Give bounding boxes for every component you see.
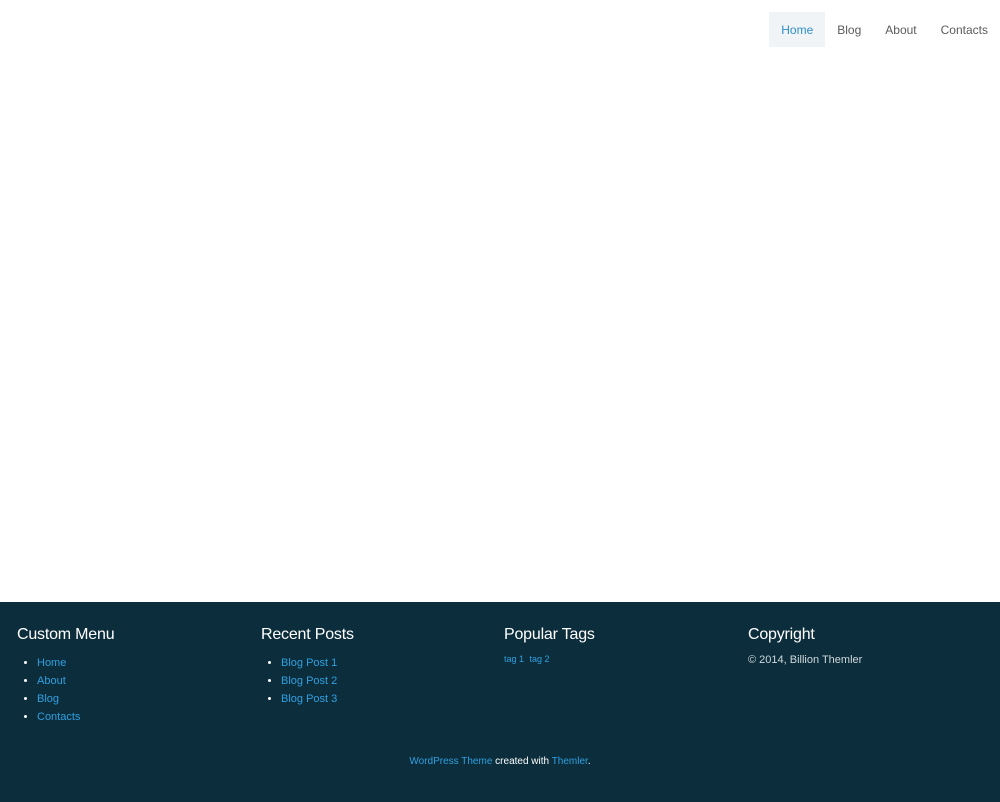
list-item: About (37, 672, 247, 690)
list-item: Contacts (37, 708, 247, 726)
custom-menu-title: Custom Menu (17, 626, 115, 643)
list-item: Home (37, 654, 247, 672)
list-item: Blog (37, 690, 247, 708)
footer-credits: WordPress Theme created with Themler. (0, 756, 1000, 767)
copyright-title: Copyright (748, 626, 815, 643)
site-footer: Custom Menu Home About Blog Contacts Rec… (0, 602, 1000, 802)
footer-popular-tags: Popular Tags tag 1 tag 2 (504, 626, 734, 664)
recent-posts-list: Blog Post 1 Blog Post 2 Blog Post 3 (261, 654, 491, 708)
footer-link-blog[interactable]: Blog (37, 693, 59, 705)
list-item: Blog Post 2 (281, 672, 491, 690)
recent-post-link[interactable]: Blog Post 1 (281, 657, 337, 669)
custom-menu-list: Home About Blog Contacts (17, 654, 247, 726)
nav-item-blog[interactable]: Blog (825, 12, 873, 47)
nav-item-home[interactable]: Home (769, 12, 826, 47)
footer-link-home[interactable]: Home (37, 657, 66, 669)
copyright-text: © 2014, Billion Themler (748, 654, 863, 666)
main-nav: Home Blog About Contacts (769, 12, 1000, 47)
list-item: Blog Post 1 (281, 654, 491, 672)
footer-copyright: Copyright © 2014, Billion Themler (748, 626, 978, 666)
footer-link-about[interactable]: About (37, 675, 66, 687)
recent-post-link[interactable]: Blog Post 2 (281, 675, 337, 687)
list-item: Blog Post 3 (281, 690, 491, 708)
tag-link[interactable]: tag 1 (504, 654, 524, 664)
credits-text: created with (495, 756, 550, 767)
nav-item-contacts[interactable]: Contacts (929, 12, 1000, 47)
main-content (0, 60, 1000, 602)
tag-link[interactable]: tag 2 (530, 654, 550, 664)
popular-tags-title: Popular Tags (504, 626, 595, 643)
footer-link-contacts[interactable]: Contacts (37, 711, 80, 723)
recent-post-link[interactable]: Blog Post 3 (281, 693, 337, 705)
credits-period: . (587, 756, 591, 767)
wordpress-theme-link[interactable]: WordPress Theme (409, 756, 492, 767)
footer-custom-menu: Custom Menu Home About Blog Contacts (17, 626, 247, 726)
recent-posts-title: Recent Posts (261, 626, 354, 643)
nav-item-about[interactable]: About (873, 12, 928, 47)
tag-cloud: tag 1 tag 2 (504, 654, 734, 664)
themler-link[interactable]: Themler (552, 756, 588, 767)
footer-recent-posts: Recent Posts Blog Post 1 Blog Post 2 Blo… (261, 626, 491, 708)
